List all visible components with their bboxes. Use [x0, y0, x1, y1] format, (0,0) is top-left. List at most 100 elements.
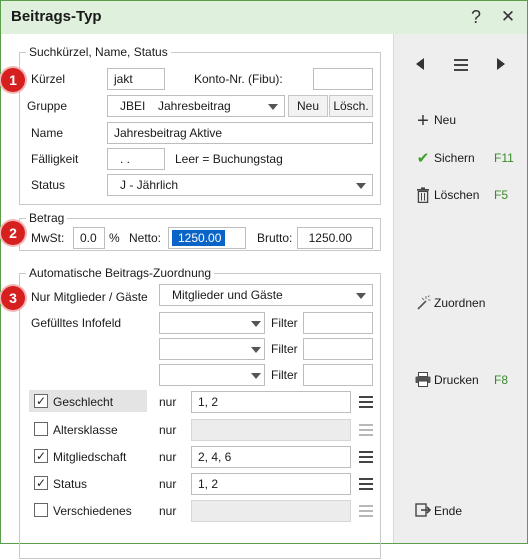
- filter-input-3[interactable]: [303, 364, 373, 386]
- action-sidebar: + Neu ✔ Sichern F11 Löschen F5 Zuordnen: [393, 34, 527, 543]
- netto-label: Netto:: [129, 231, 162, 245]
- altersklasse-checkbox[interactable]: [34, 422, 48, 436]
- drucken-shortcut: F8: [494, 373, 509, 387]
- infofeld-select-2[interactable]: [159, 338, 265, 360]
- mitgliedschaft-label: Mitgliedschaft: [53, 450, 127, 464]
- neu-button[interactable]: + Neu: [394, 110, 524, 132]
- zuordnen-button[interactable]: Zuordnen: [394, 293, 524, 315]
- badge-1: 1: [1, 68, 25, 92]
- loschen-label: Löschen: [434, 188, 480, 202]
- loschen-shortcut: F5: [494, 188, 509, 202]
- infofeld-select-3[interactable]: [159, 364, 265, 386]
- loschen-button[interactable]: Löschen F5: [394, 185, 524, 207]
- neu-label: Neu: [434, 113, 457, 127]
- altersklasse-label: Altersklasse: [53, 423, 118, 437]
- percent-label: %: [109, 231, 120, 245]
- gruppe-losch-button[interactable]: Lösch.: [329, 95, 373, 117]
- drucken-label: Drucken: [434, 373, 479, 387]
- plus-icon: +: [417, 110, 429, 132]
- magic-wand-icon: [414, 295, 432, 313]
- chevron-down-icon: [268, 104, 278, 110]
- verschiedenes-checkbox[interactable]: [34, 503, 48, 517]
- filter-input-1[interactable]: [303, 312, 373, 334]
- section2-legend: Betrag: [29, 211, 65, 225]
- netto-value: 1250.00: [172, 230, 226, 246]
- nur-mitglieder-label: Nur Mitglieder / Gäste: [31, 290, 148, 304]
- verschiedenes-label: Verschiedenes: [53, 504, 132, 518]
- section1-legend: Suchkürzel, Name, Status: [29, 45, 168, 59]
- status-select[interactable]: J - Jährlich: [107, 174, 373, 196]
- status-checkbox[interactable]: ✓: [34, 476, 48, 490]
- menu-icon: [359, 424, 373, 436]
- badge-3: 3: [1, 286, 25, 310]
- chevron-down-icon: [251, 347, 261, 353]
- faelligkeit-label: Fälligkeit: [31, 152, 79, 166]
- ende-button[interactable]: Ende: [394, 501, 524, 523]
- close-button[interactable]: ✕: [495, 5, 521, 29]
- window-title: Beitrags-Typ: [11, 8, 102, 25]
- trash-icon: [414, 187, 432, 205]
- badge-2: 2: [1, 221, 25, 245]
- geschlecht-values[interactable]: 1, 2: [191, 391, 351, 413]
- gruppe-select[interactable]: JBEI Jahresbeitrag: [107, 95, 285, 117]
- netto-input[interactable]: 1250.00: [168, 227, 246, 249]
- exit-icon: [414, 503, 432, 521]
- filter-input-2[interactable]: [303, 338, 373, 360]
- mwst-input[interactable]: 0.0: [73, 227, 105, 249]
- printer-icon: [414, 372, 432, 390]
- mitgliedschaft-checkbox[interactable]: ✓: [34, 449, 48, 463]
- nur-label: nur: [159, 395, 177, 409]
- chevron-down-icon: [356, 183, 366, 189]
- drucken-button[interactable]: Drucken F8: [394, 370, 524, 392]
- kurzel-label: Kürzel: [31, 72, 66, 86]
- gruppe-name: Jahresbeitrag: [158, 99, 231, 113]
- konto-label: Konto-Nr. (Fibu):: [194, 72, 283, 86]
- altersklasse-values: [191, 419, 351, 441]
- menu-icon[interactable]: [359, 451, 373, 463]
- nur-mitglieder-select[interactable]: Mitglieder und Gäste: [159, 284, 373, 306]
- sichern-button[interactable]: ✔ Sichern F11: [394, 148, 524, 170]
- title-bar: Beitrags-Typ ? ✕: [1, 1, 527, 34]
- geschlecht-label: Geschlecht: [53, 395, 114, 409]
- faelligkeit-input[interactable]: . .: [107, 148, 165, 170]
- checkmark-icon: ✔: [416, 150, 430, 167]
- sichern-shortcut: F11: [494, 151, 514, 165]
- menu-icon[interactable]: [454, 59, 468, 71]
- status-crit-label: Status: [53, 477, 88, 491]
- gruppe-neu-button[interactable]: Neu: [288, 95, 328, 117]
- gruppe-code: JBEI: [120, 99, 146, 113]
- dialog-window: Beitrags-Typ ? ✕ Suchkürzel, Name, Statu…: [0, 0, 528, 559]
- zuordnen-label: Zuordnen: [434, 296, 486, 310]
- name-label: Name: [31, 126, 64, 140]
- name-input[interactable]: Jahresbeitrag Aktive: [107, 122, 373, 144]
- brutto-input[interactable]: 1250.00: [297, 227, 373, 249]
- status-values[interactable]: 1, 2: [191, 473, 351, 495]
- infofeld-select-1[interactable]: [159, 312, 265, 334]
- status-value: J - Jährlich: [120, 178, 179, 192]
- nur-mitglieder-value: Mitglieder und Gäste: [172, 288, 283, 302]
- kurzel-input[interactable]: jakt: [107, 68, 165, 90]
- menu-icon[interactable]: [359, 396, 373, 408]
- filter-label-3: Filter: [271, 368, 298, 382]
- filter-label-1: Filter: [271, 316, 298, 330]
- status-label: Status: [31, 178, 66, 192]
- chevron-down-icon: [251, 321, 261, 327]
- brutto-label: Brutto:: [257, 231, 293, 245]
- mwst-label: MwSt:: [31, 231, 65, 245]
- nur-label: nur: [159, 423, 177, 437]
- ende-label: Ende: [434, 504, 463, 518]
- filter-label-2: Filter: [271, 342, 298, 356]
- sichern-label: Sichern: [434, 151, 475, 165]
- form-area: Suchkürzel, Name, Status 1 Kürzel jakt K…: [1, 34, 393, 559]
- geschlecht-checkbox[interactable]: ✓: [34, 394, 48, 408]
- menu-icon: [359, 505, 373, 517]
- next-icon[interactable]: [497, 58, 505, 70]
- konto-input[interactable]: [313, 68, 373, 90]
- menu-icon[interactable]: [359, 478, 373, 490]
- mitgliedschaft-values[interactable]: 2, 4, 6: [191, 446, 351, 468]
- chevron-down-icon: [356, 293, 366, 299]
- previous-icon[interactable]: [416, 58, 424, 70]
- infofeld-label: Gefülltes Infofeld: [31, 316, 122, 330]
- nur-label: nur: [159, 450, 177, 464]
- help-button[interactable]: ?: [463, 5, 489, 29]
